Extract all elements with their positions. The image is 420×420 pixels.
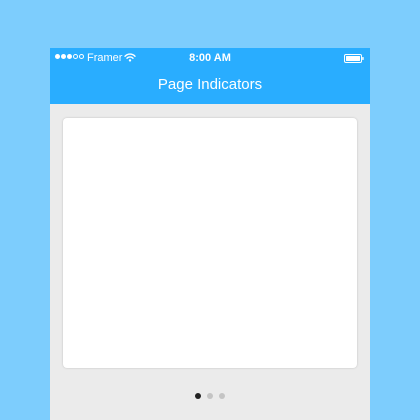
page-card[interactable]: [63, 118, 357, 368]
page-indicator-dot-3[interactable]: [219, 393, 225, 399]
page-indicators: [50, 392, 370, 400]
page-title: Page Indicators: [157, 76, 263, 93]
status-time: 8:00 AM: [189, 52, 231, 64]
status-bar: Framer 8:00 AM: [50, 48, 370, 68]
page-indicator-dot-1[interactable]: [195, 393, 201, 399]
navigation-bar: Page Indicators: [50, 68, 370, 104]
page-indicator-dot-2[interactable]: [207, 393, 213, 399]
phone-screen: Framer 8:00 AM Page Indicators: [50, 48, 370, 420]
battery-icon: [344, 54, 364, 63]
